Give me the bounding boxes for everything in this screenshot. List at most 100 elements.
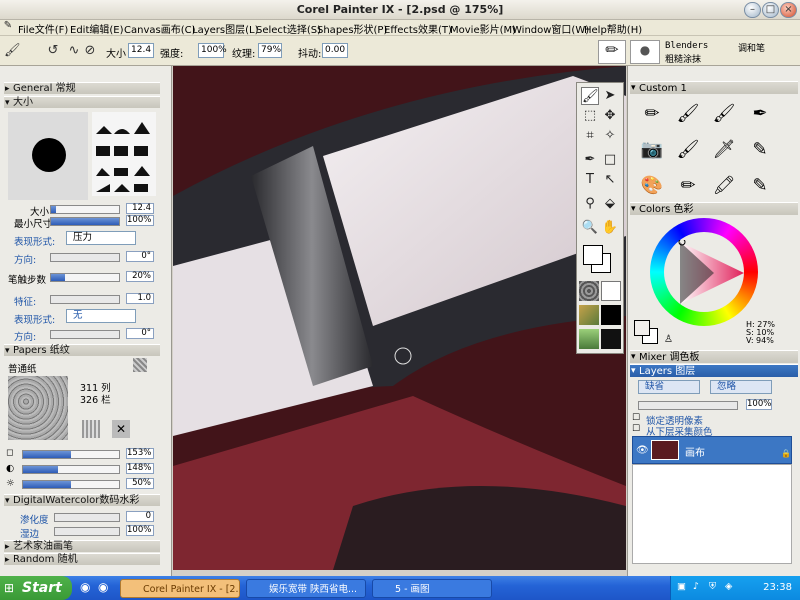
minimize-button[interactable]: – (744, 2, 761, 18)
stroke-steps-value[interactable]: 20% (126, 271, 154, 282)
feature-slider[interactable] (50, 295, 120, 304)
size-field[interactable]: 12.4 (128, 43, 154, 58)
gradient-selector-icon[interactable] (601, 281, 621, 301)
dab-type-grid[interactable] (92, 112, 156, 196)
size-value[interactable]: 12.4 (126, 203, 154, 214)
pastel-icon[interactable]: ✎ (746, 172, 774, 200)
paper-brightness-value[interactable]: 50% (126, 478, 154, 489)
brush-category-icon[interactable]: ✏ (598, 40, 626, 64)
rect-shape-icon[interactable]: □ (601, 151, 619, 169)
menu-shapes[interactable]: Shapes形状(P) (317, 21, 387, 36)
composite-depth-select[interactable]: 忽略 (710, 380, 772, 394)
chalk-icon[interactable]: ✎ (746, 136, 774, 164)
stroke-icon[interactable]: ↺ (45, 43, 61, 59)
papers-section-header[interactable]: Papers 纸纹 (4, 344, 160, 357)
composite-method-select[interactable]: 缺省 (638, 380, 700, 394)
preserve-checkbox[interactable]: ☐ (632, 413, 640, 423)
stroke-steps-slider[interactable] (50, 273, 120, 282)
brush-tool-icon[interactable]: 🖌 (581, 87, 599, 105)
custom-palette-header[interactable]: Custom 1 (630, 81, 798, 95)
jitter-field[interactable]: 0.00 (322, 43, 348, 58)
quicklaunch-icon[interactable]: ◉ (80, 580, 90, 594)
min-size-slider[interactable] (50, 217, 120, 226)
paper-menu-icon[interactable] (133, 358, 147, 372)
layer-row-canvas[interactable]: 👁 画布 🔒 (632, 436, 792, 464)
shape-select-icon[interactable]: ↖ (601, 171, 619, 189)
magnifier-icon[interactable]: 🔍 (581, 219, 599, 237)
min-size-value[interactable]: 100% (126, 215, 154, 226)
pen-icon[interactable]: ✒ (581, 151, 599, 169)
brush-icon[interactable]: 🖌 (4, 43, 21, 59)
opacity-value[interactable]: 100% (746, 399, 772, 410)
digital-watercolor-header[interactable]: DigitalWatercolor数码水彩 (4, 494, 160, 507)
network-icon[interactable]: ▣ (677, 581, 686, 592)
look-selector-icon[interactable] (579, 329, 599, 349)
layer-adjuster-icon[interactable]: ➤ (601, 87, 619, 105)
feature-value[interactable]: 1.0 (126, 293, 154, 304)
crop-icon[interactable]: ⌗ (581, 127, 599, 145)
lasso-icon[interactable]: ✥ (601, 107, 619, 125)
camera-icon[interactable]: 📷 (638, 136, 666, 164)
maximize-button[interactable]: □ (762, 2, 779, 18)
antivirus-icon[interactable]: ◈ (725, 581, 732, 592)
menu-select[interactable]: Select选择(S) (256, 21, 321, 36)
paper-brightness-slider[interactable] (22, 480, 120, 489)
saturation-triangle[interactable] (674, 240, 746, 306)
weave-selector-icon[interactable] (601, 305, 621, 325)
menu-effects[interactable]: Effects效果(T) (384, 21, 452, 36)
mixer-palette-header[interactable]: Mixer 调色板 (630, 350, 798, 364)
task-paint[interactable]: 5 - 画图 (372, 579, 492, 598)
size-slider[interactable] (50, 205, 120, 214)
color-swatch-pair[interactable] (634, 320, 660, 346)
menu-movie[interactable]: Movie影片(M) (450, 21, 516, 36)
airbrush-icon[interactable]: 🖍 (710, 172, 738, 200)
diffuse-slider[interactable] (54, 513, 120, 522)
direction-value[interactable]: 0° (126, 251, 154, 262)
pencil-icon[interactable]: ✏ (638, 100, 666, 128)
eye-icon[interactable]: 👁 (636, 445, 649, 456)
close-button[interactable]: × (780, 2, 797, 18)
text-tool-icon[interactable]: T (581, 171, 599, 189)
nozzle-selector-icon[interactable] (601, 329, 621, 349)
size-section-header[interactable]: 大小 (4, 96, 160, 109)
paper-capture-icon[interactable]: ✕ (112, 420, 130, 438)
reset-tool-icon[interactable]: ⊘ (82, 43, 98, 59)
oil-brush-icon[interactable]: 🖌 (674, 136, 702, 164)
menu-layers[interactable]: Layers图层(L) (192, 21, 258, 36)
menu-file[interactable]: File文件(F) (18, 21, 68, 36)
expression-select[interactable]: 压力 (66, 231, 136, 245)
paper-scale-value[interactable]: 153% (126, 448, 154, 459)
direction2-slider[interactable] (50, 330, 120, 339)
paper-contrast-slider[interactable] (22, 465, 120, 474)
color-swatches[interactable] (583, 245, 613, 275)
menu-window[interactable]: Window窗口(W) (512, 21, 589, 36)
dropper-icon[interactable]: ⚲ (581, 195, 599, 213)
task-painter[interactable]: Corel Painter IX - [2.p... (120, 579, 240, 598)
wet-edge-value[interactable]: 100% (126, 525, 154, 536)
marker-icon[interactable]: ✒ (746, 100, 774, 128)
menu-help[interactable]: Help帮助(H) (584, 21, 642, 36)
random-header[interactable]: Random 随机 (4, 553, 160, 566)
paper-contrast-value[interactable]: 148% (126, 463, 154, 474)
palette-knife-icon[interactable]: 🗡 (710, 136, 738, 164)
wet-edge-slider[interactable] (54, 527, 120, 536)
primary-color-swatch[interactable] (583, 245, 603, 265)
palette-icon[interactable]: 🎨 (638, 172, 666, 200)
blender-icon[interactable]: ✏ (674, 172, 702, 200)
paint-bucket-icon[interactable]: ⬙ (601, 195, 619, 213)
quicklaunch2-icon[interactable]: ◉ (98, 580, 108, 594)
magic-wand-icon[interactable]: ✧ (601, 127, 619, 145)
grabber-icon[interactable]: ✋ (601, 219, 619, 237)
direction-slider[interactable] (50, 253, 120, 262)
layers-palette-header[interactable]: Layers 图层 (630, 364, 798, 378)
brush-selector[interactable]: Blenders 调和笔 粗糙涂抹 (665, 41, 770, 65)
artists-oils-header[interactable]: 艺术家油画笔 (4, 540, 160, 553)
task-broadband[interactable]: 娱乐宽带 陕西省电... (246, 579, 366, 598)
diffuse-value[interactable]: 0 (126, 511, 154, 522)
paper-invert-icon[interactable] (82, 420, 100, 438)
menu-edit[interactable]: Edit编辑(E) (70, 21, 124, 36)
freehand-icon[interactable]: ∿ (66, 43, 82, 59)
volume-icon[interactable]: ♪ (693, 581, 699, 592)
paper-scale-slider[interactable] (22, 450, 120, 459)
strength-field[interactable]: 100% (198, 43, 227, 58)
